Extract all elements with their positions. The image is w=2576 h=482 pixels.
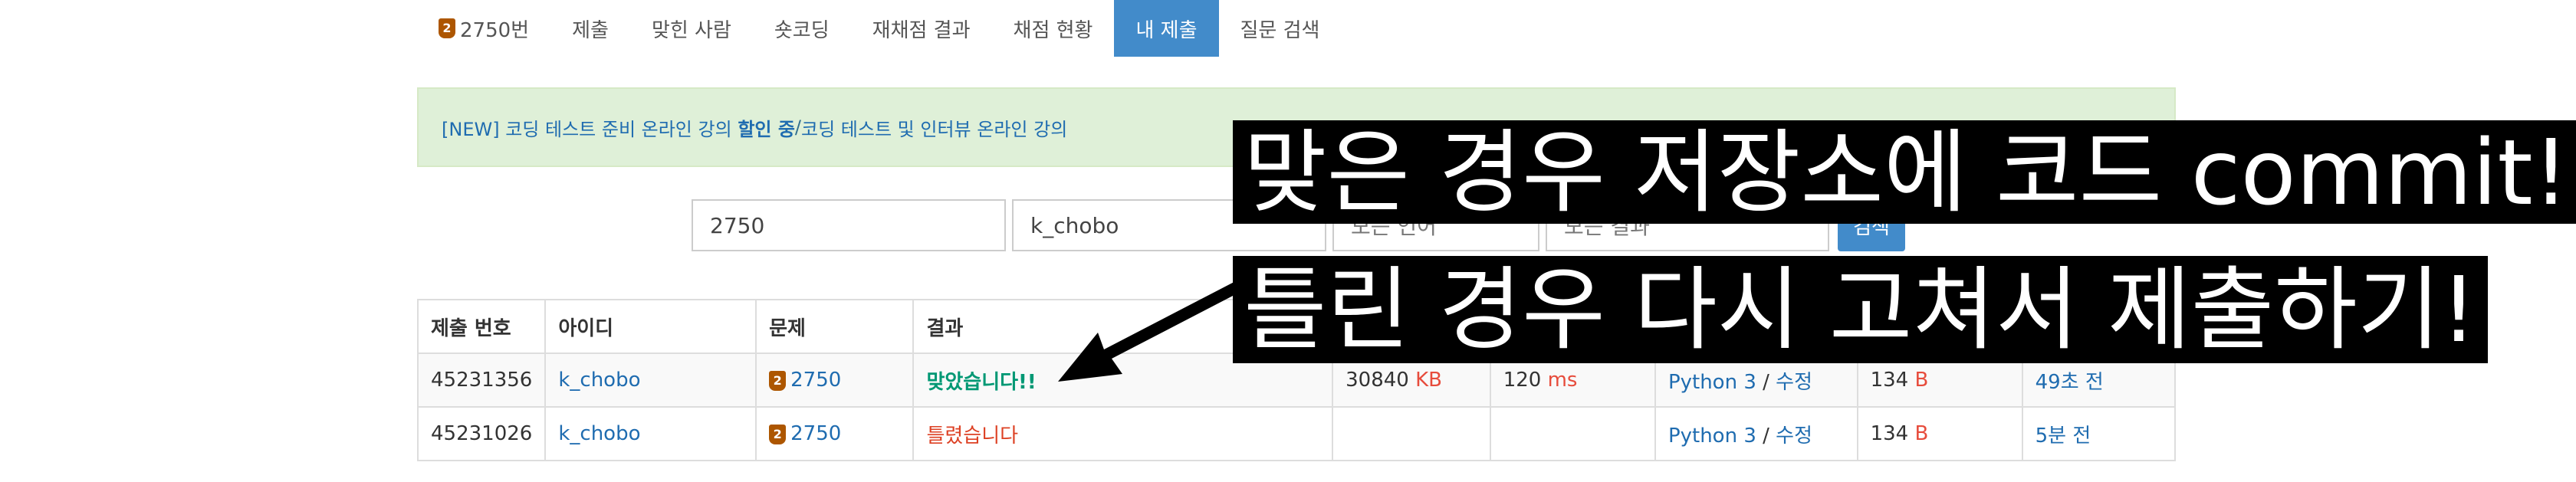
annotation-arrow-icon [1058, 276, 1254, 382]
tier-badge-icon: 2 [769, 424, 787, 444]
memory-value: 30840 [1346, 369, 1409, 392]
submitted-time-link[interactable]: 5분 전 [2036, 425, 2091, 448]
edit-link[interactable]: 수정 [1776, 371, 1812, 394]
code-length-unit: B [1914, 369, 1929, 392]
submission-id: 45231356 [416, 352, 547, 408]
header-submission-id: 제출 번호 [416, 299, 547, 354]
tab-solved-users[interactable]: 맞힌 사람 [630, 0, 753, 57]
problem-link[interactable]: 2750 [790, 369, 841, 392]
tab-rejudge-result[interactable]: 재채점 결과 [851, 0, 992, 57]
promo-highlight: 할인 중 [738, 118, 795, 140]
tab-short-coding[interactable]: 숏코딩 [753, 0, 851, 57]
edit-link[interactable]: 수정 [1776, 425, 1812, 448]
promo-link-course[interactable]: [NEW] 코딩 테스트 준비 온라인 강의 할인 중 [442, 114, 795, 141]
result-wrong: 틀렸습니다 [926, 424, 1019, 448]
result-accepted: 맞았습니다!! [926, 370, 1037, 394]
tier-badge-icon: 2 [439, 18, 455, 38]
problem-id-input[interactable]: 2750 [692, 199, 1006, 251]
header-problem: 문제 [755, 299, 915, 354]
code-length-unit: B [1914, 422, 1929, 445]
language-link[interactable]: Python 3 [1668, 371, 1756, 394]
tab-my-submissions[interactable]: 내 제출 [1114, 0, 1219, 57]
memory-unit: KB [1415, 369, 1442, 392]
user-link[interactable]: k_chobo [558, 369, 640, 392]
submitted-time-link[interactable]: 49초 전 [2036, 371, 2104, 394]
problem-nav: 2 2750번 제출 맞힌 사람 숏코딩 재채점 결과 채점 현황 내 제출 질… [417, 0, 1341, 57]
problem-link[interactable]: 2750 [790, 422, 841, 445]
overlay-caption-bottom: 틀린 경우 다시 고쳐서 제출하기! [1233, 256, 2488, 363]
submission-id: 45231026 [416, 406, 547, 461]
time-value: 120 [1503, 369, 1542, 392]
tab-problem-label: 2750번 [460, 18, 530, 42]
overlay-caption-top: 맞은 경우 저장소에 코드 commit! [1233, 120, 2576, 224]
promo-separator: / [794, 116, 802, 138]
tab-status[interactable]: 채점 현황 [992, 0, 1115, 57]
code-length-value: 134 [1870, 422, 1909, 445]
header-user-id: 아이디 [544, 299, 757, 354]
tier-badge-icon: 2 [769, 370, 787, 391]
user-link[interactable]: k_chobo [558, 422, 640, 445]
promo-link-interview[interactable]: 코딩 테스트 및 인터뷰 온라인 강의 [801, 114, 1067, 141]
language-link[interactable]: Python 3 [1668, 425, 1756, 448]
time-unit: ms [1547, 369, 1578, 392]
promo-prefix: [NEW] 코딩 테스트 준비 온라인 강의 [442, 118, 738, 140]
tab-problem[interactable]: 2 2750번 [417, 0, 550, 57]
table-row: 45231026 k_chobo 2 2750 틀렸습니다 Python 3 / … [416, 406, 2177, 461]
code-length-value: 134 [1870, 369, 1909, 392]
tab-question-search[interactable]: 질문 검색 [1219, 0, 1342, 57]
tab-submit[interactable]: 제출 [550, 0, 630, 57]
